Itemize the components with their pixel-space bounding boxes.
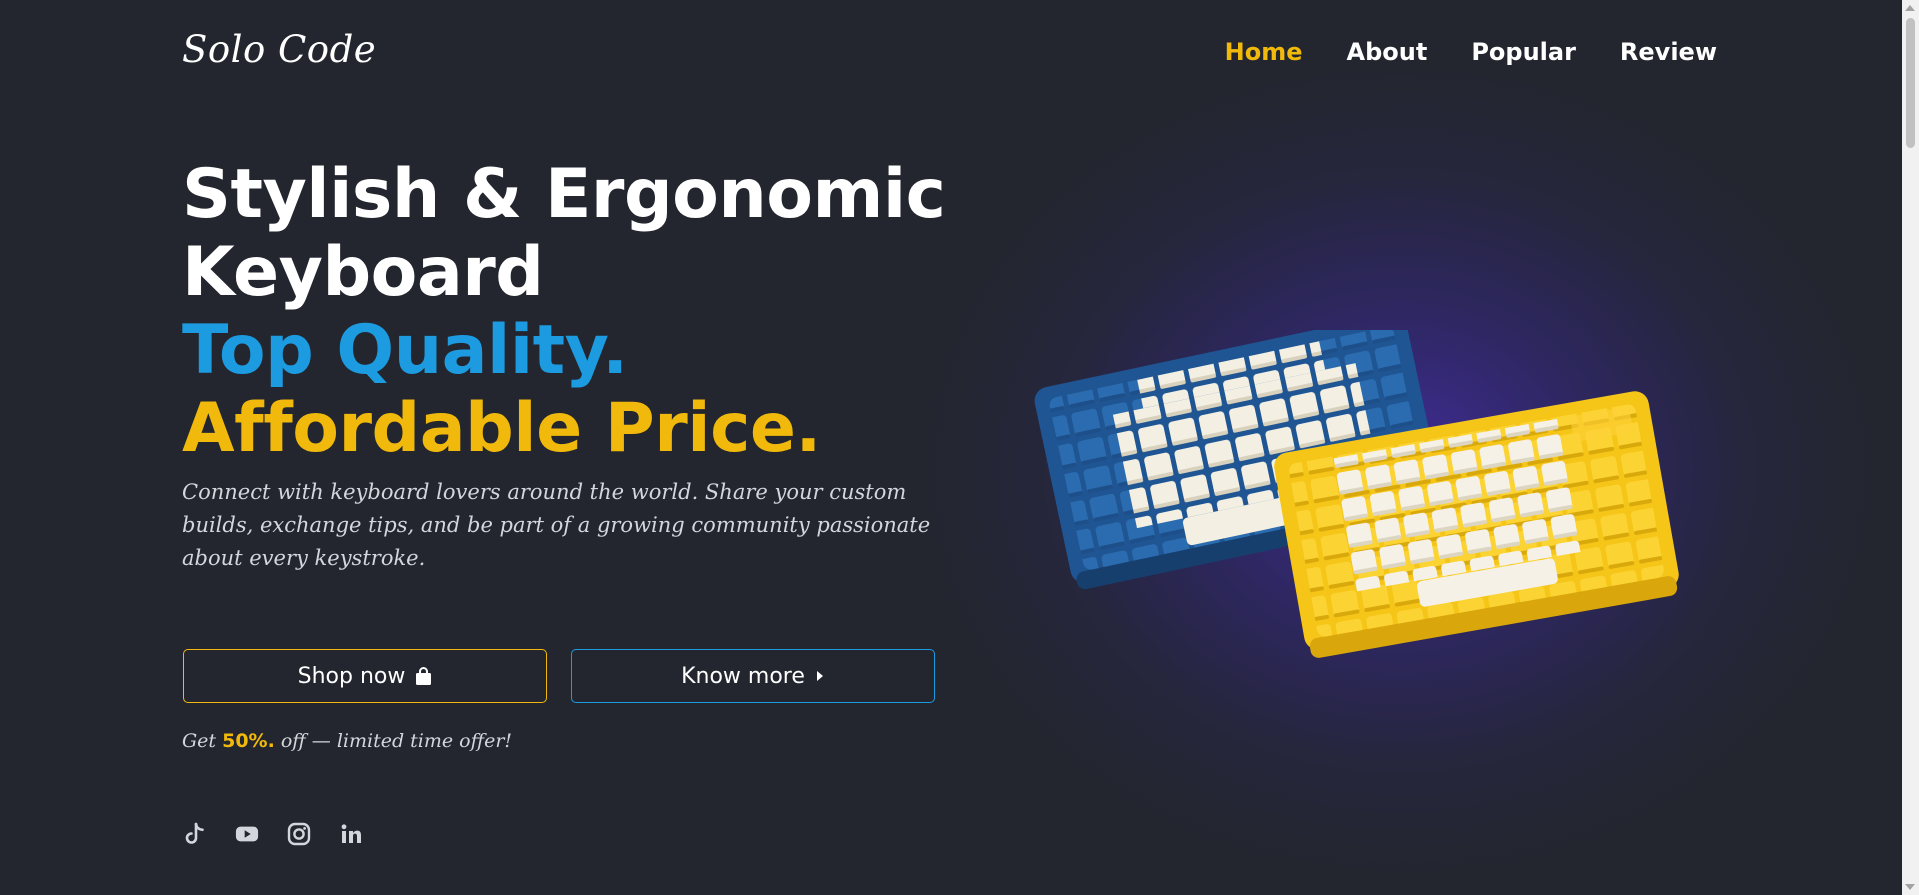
shop-now-label: Shop now	[297, 663, 406, 689]
linkedin-icon[interactable]	[339, 822, 363, 846]
nav-popular[interactable]: Popular	[1471, 38, 1576, 66]
keyboards-image	[1034, 330, 1679, 658]
know-more-label: Know more	[681, 663, 805, 689]
scroll-thumb[interactable]	[1906, 18, 1915, 148]
instagram-icon[interactable]	[287, 822, 311, 846]
offer-percent: 50%.	[222, 730, 275, 752]
hero-description: Connect with keyboard lovers around the …	[182, 480, 931, 570]
offer-text: Get 50%. off — limited time offer!	[182, 730, 512, 752]
shop-now-button[interactable]: Shop now	[183, 649, 547, 703]
youtube-icon[interactable]	[235, 822, 259, 846]
nav-about[interactable]: About	[1347, 38, 1428, 66]
offer-suffix: off — limited time offer!	[280, 730, 513, 752]
hero-title-line-2: Keyboard	[182, 233, 544, 312]
offer-prefix: Get	[182, 730, 217, 752]
page-scrollbar[interactable]	[1902, 0, 1919, 895]
site-logo[interactable]: Solo Code	[182, 28, 376, 71]
shopping-bag-icon	[415, 666, 432, 686]
social-links	[183, 822, 363, 846]
caret-right-icon	[815, 669, 825, 683]
hero-tagline-price: Affordable Price.	[182, 389, 821, 468]
nav-home[interactable]: Home	[1225, 38, 1303, 66]
nav-review[interactable]: Review	[1620, 38, 1717, 66]
hero-title: Stylish & Ergonomic Keyboard Top Quality…	[182, 155, 946, 468]
hero-title-line-1: Stylish & Ergonomic	[182, 155, 946, 234]
know-more-button[interactable]: Know more	[571, 649, 935, 703]
tiktok-icon[interactable]	[183, 822, 207, 846]
scroll-up-arrow-icon[interactable]	[1905, 5, 1915, 11]
hero-tagline-quality: Top Quality.	[182, 311, 628, 390]
main-nav: Home About Popular Review	[1225, 38, 1717, 66]
scroll-down-arrow-icon[interactable]	[1905, 884, 1915, 890]
page: Solo Code Home About Popular Review Styl…	[0, 0, 1919, 895]
